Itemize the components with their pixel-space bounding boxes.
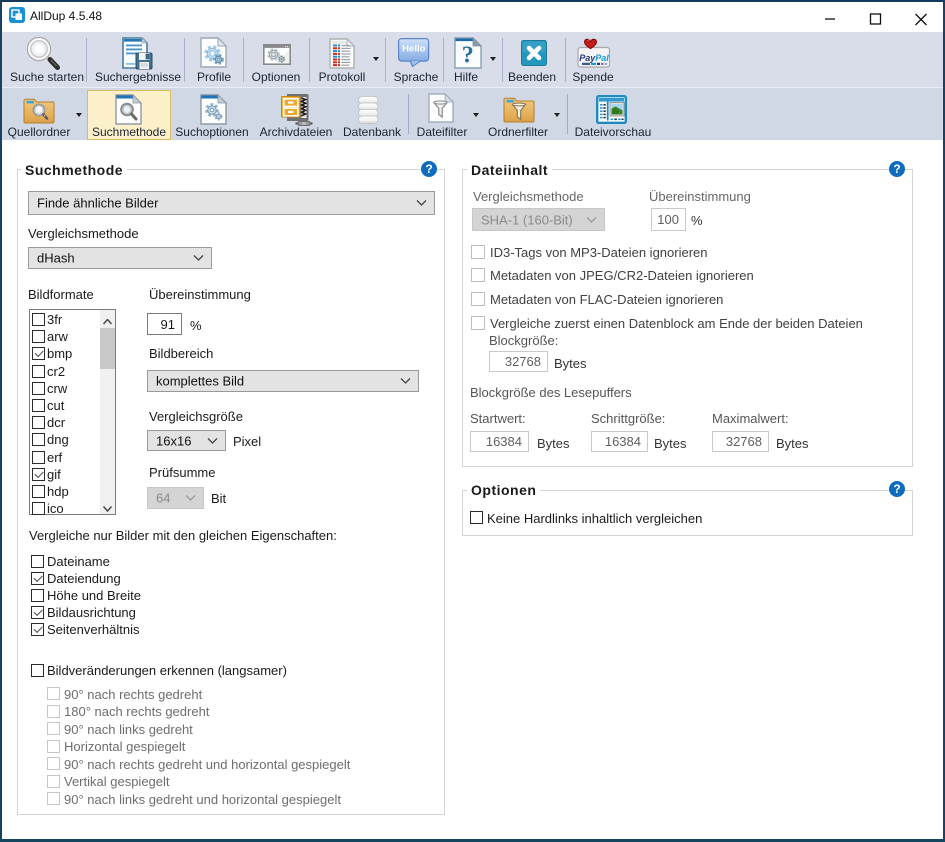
svg-text:Hello: Hello [402,44,425,55]
svg-text:?: ? [462,43,474,69]
svg-text:PayPal: PayPal [579,53,609,63]
